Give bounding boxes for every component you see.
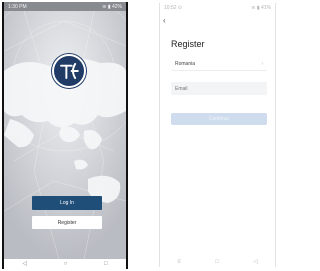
status-time: 1:30 PM — [8, 3, 27, 10]
continue-button[interactable]: Continue — [171, 113, 267, 125]
email-field[interactable] — [171, 82, 267, 95]
country-selector[interactable]: Romania › — [171, 58, 267, 71]
login-phone: 1:30 PM ≋ ▮ 42% Log In Register ◁ ○ □ — [2, 2, 128, 269]
android-nav-bar: ≡ □ ◁ — [160, 257, 275, 267]
register-phone: 10:52 ⊙ ≋ ▮ 41% ‹ Register Romania › Con… — [159, 3, 276, 267]
country-value: Romania — [175, 61, 196, 67]
nav-recents-icon[interactable]: □ — [104, 261, 108, 267]
back-arrow-icon[interactable]: ‹ — [163, 17, 166, 25]
login-button[interactable]: Log In — [32, 196, 102, 210]
register-button[interactable]: Register — [32, 216, 102, 229]
status-bar: 1:30 PM ≋ ▮ 42% — [4, 2, 126, 11]
login-screen: 1:30 PM ≋ ▮ 42% Log In Register — [4, 2, 126, 259]
status-bar: 10:52 ⊙ ≋ ▮ 41% — [160, 3, 275, 12]
status-time: 10:52 ⊙ — [164, 4, 183, 11]
nav-back-icon[interactable]: ◁ — [253, 259, 258, 265]
nav-menu-icon[interactable]: ≡ — [177, 259, 181, 265]
brand-logo-icon — [52, 54, 86, 88]
status-indicators: ≋ ▮ 42% — [102, 3, 122, 10]
nav-home-icon[interactable]: ○ — [64, 261, 68, 267]
android-nav-bar: ◁ ○ □ — [4, 259, 126, 269]
nav-home-icon[interactable]: □ — [215, 259, 219, 265]
status-indicators: ≋ ▮ 41% — [251, 4, 271, 11]
page-title: Register — [171, 39, 205, 49]
chevron-right-icon: › — [261, 61, 263, 67]
nav-back-icon[interactable]: ◁ — [22, 261, 27, 267]
